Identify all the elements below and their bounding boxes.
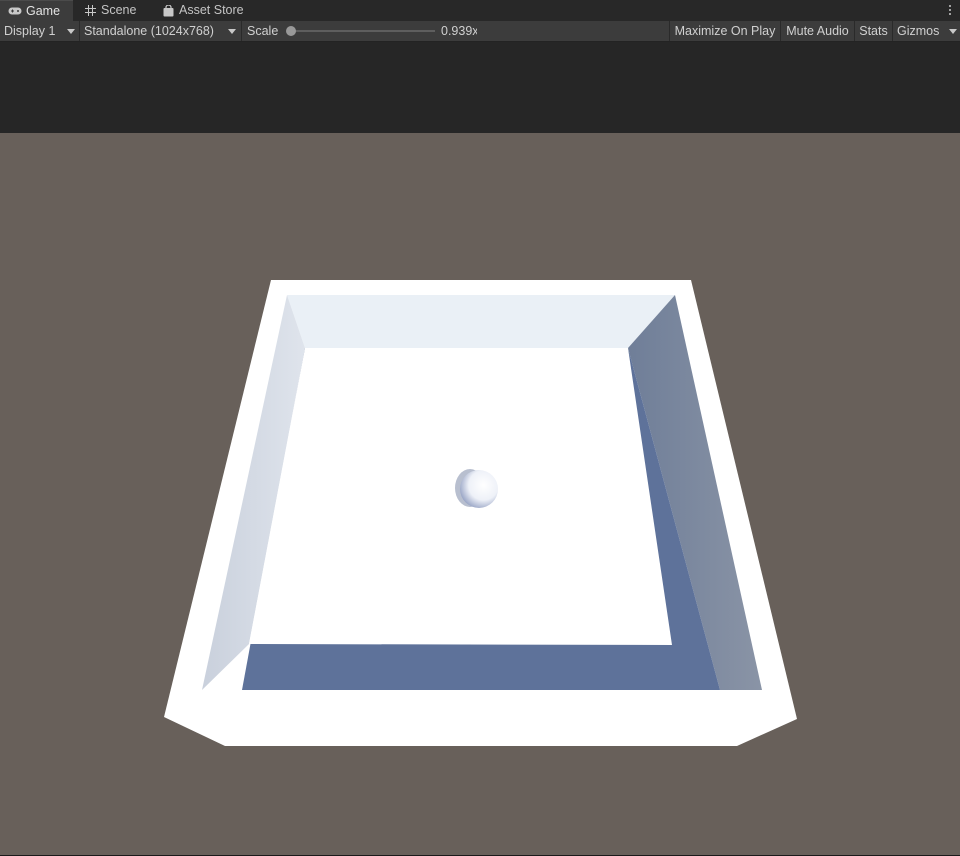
tab-asset-store-label: Asset Store — [179, 3, 244, 17]
arena-back-wall — [287, 295, 675, 348]
display-dropdown[interactable]: Display 1 — [0, 21, 80, 41]
chevron-down-icon — [228, 29, 236, 34]
gizmos-dropdown-label: Gizmos — [897, 24, 940, 38]
scale-label: Scale — [247, 24, 279, 38]
stats-button[interactable]: Stats — [854, 21, 892, 41]
tab-game[interactable]: Game — [0, 0, 73, 21]
display-dropdown-label: Display 1 — [4, 24, 56, 38]
scale-slider-track[interactable] — [288, 30, 435, 32]
mute-audio-button[interactable]: Mute Audio — [780, 21, 854, 41]
shopping-bag-icon — [161, 4, 175, 18]
grid-icon — [83, 4, 97, 18]
maximize-on-play-button[interactable]: Maximize On Play — [669, 21, 780, 41]
more-options-icon[interactable] — [946, 2, 954, 18]
gamepad-icon — [8, 4, 22, 18]
gizmos-dropdown[interactable]: Gizmos — [892, 21, 960, 41]
tab-scene[interactable]: Scene — [75, 0, 155, 21]
scene-render — [164, 280, 797, 746]
game-viewport[interactable] — [0, 133, 960, 855]
tab-asset-store[interactable]: Asset Store — [153, 0, 253, 21]
letterbox-top — [0, 42, 960, 133]
tab-scene-label: Scene — [101, 3, 137, 17]
resolution-dropdown-label: Standalone (1024x768) — [84, 24, 214, 38]
scale-value: 0.939x — [441, 24, 477, 38]
scale-slider-thumb[interactable] — [285, 26, 296, 36]
sphere — [460, 470, 498, 508]
chevron-down-icon — [67, 29, 75, 34]
resolution-dropdown[interactable]: Standalone (1024x768) — [80, 21, 242, 41]
tab-game-label: Game — [26, 3, 61, 18]
editor-tab-strip: Game Scene Asset Store — [0, 0, 960, 22]
chevron-down-icon — [949, 29, 957, 34]
